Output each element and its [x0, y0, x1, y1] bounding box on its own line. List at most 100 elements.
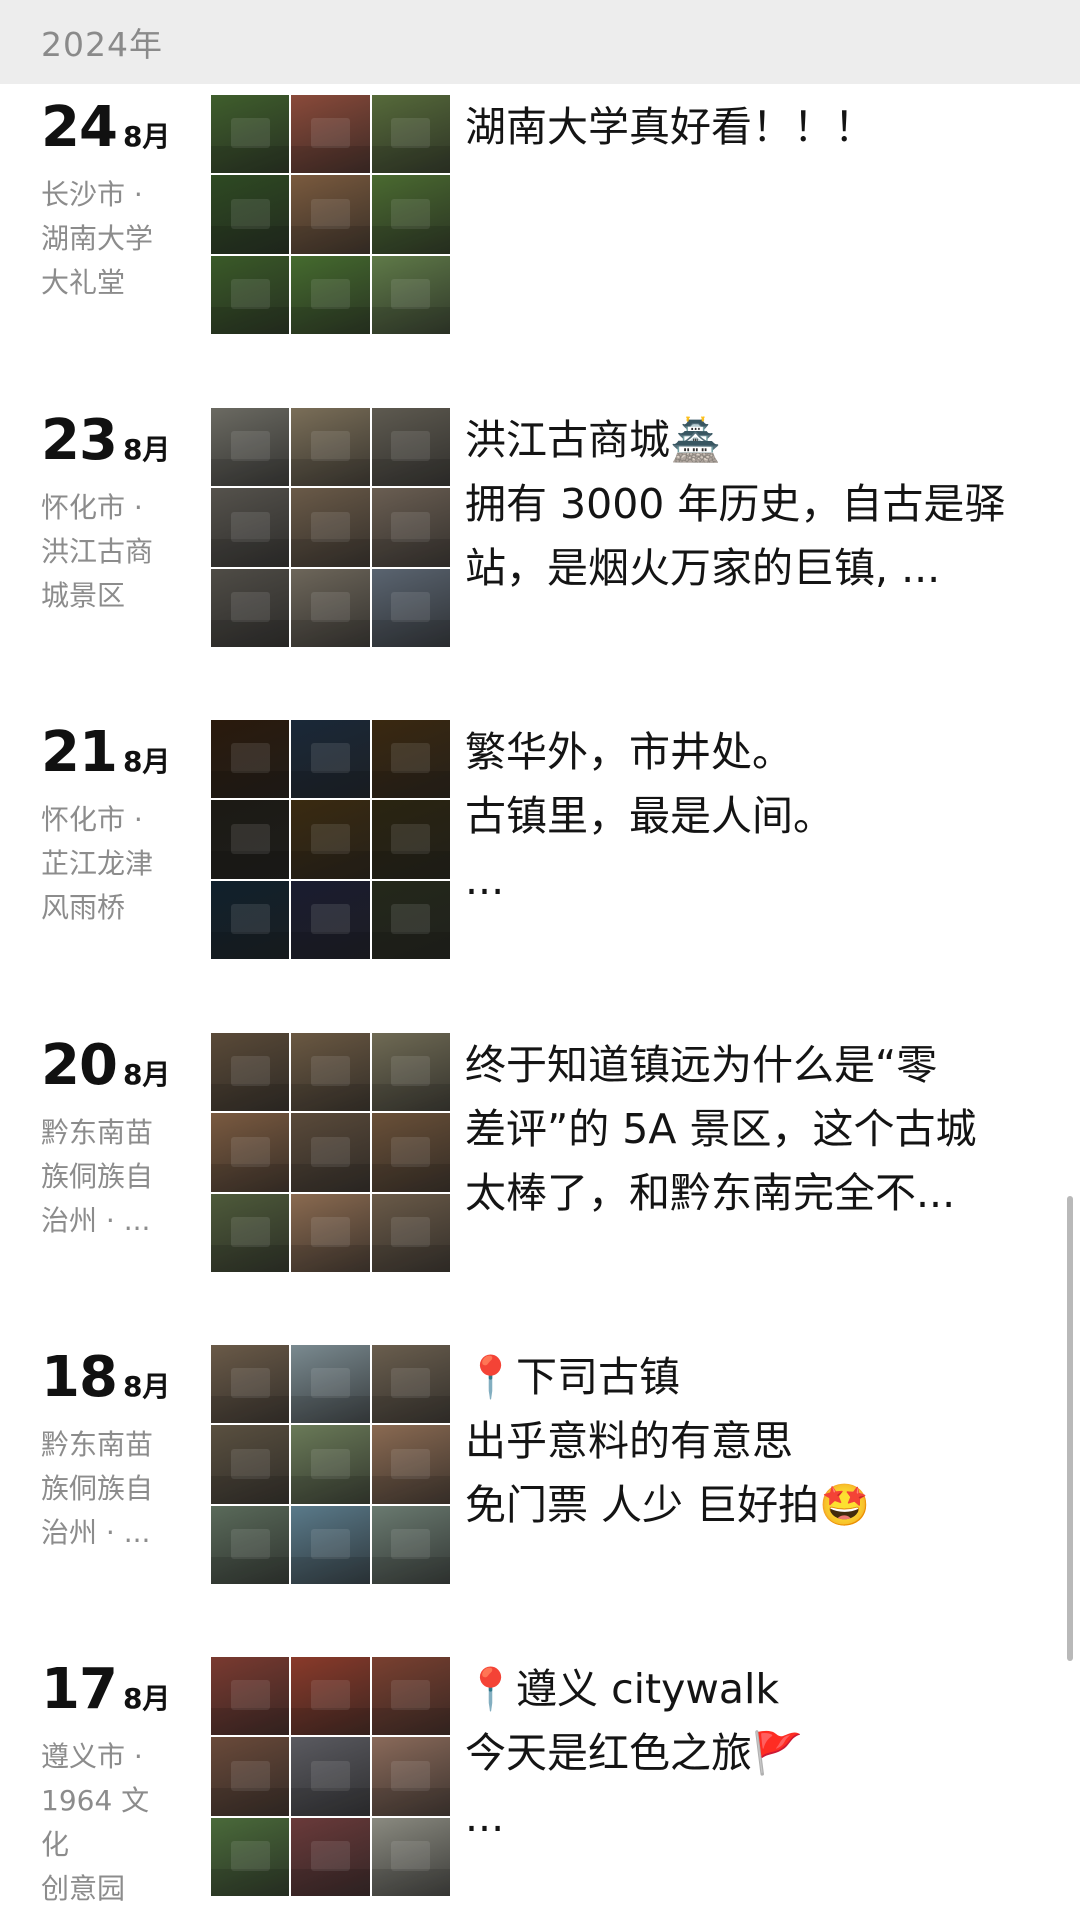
photo-thumbnail[interactable] — [291, 1505, 370, 1584]
photo-thumbnail[interactable] — [211, 1657, 290, 1736]
photo-thumbnail[interactable] — [371, 408, 450, 487]
photo-thumbnail[interactable] — [211, 880, 290, 959]
photo-thumbnail[interactable] — [371, 1425, 450, 1504]
photo-thumbnail[interactable] — [371, 800, 450, 879]
photo-thumbnail[interactable] — [291, 1657, 370, 1736]
entry-text[interactable]: 📍下司古镇 出乎意料的有意思 免门票 人少 巨好拍🤩 — [465, 1345, 1025, 1537]
photo-thumbnail[interactable] — [211, 1113, 290, 1192]
photo-thumbnail[interactable] — [291, 255, 370, 334]
entry-month: 8月 — [122, 1682, 171, 1715]
photo-thumbnail[interactable] — [291, 408, 370, 487]
entry-text[interactable]: 终于知道镇远为什么是“零 差评”的 5A 景区，这个古城 太棒了，和黔东南完全不..… — [465, 1033, 1025, 1225]
photo-thumbnail[interactable] — [291, 800, 370, 879]
entry-text-line: 差评”的 5A 景区，这个古城 — [465, 1105, 977, 1153]
photo-thumbnail[interactable] — [371, 175, 450, 254]
photo-thumbnail[interactable] — [291, 1817, 370, 1896]
photo-thumbnail[interactable] — [211, 175, 290, 254]
entry-location[interactable]: 怀化市 · 芷江龙津 风雨桥 — [41, 798, 171, 930]
photo-thumbnail[interactable] — [371, 1817, 450, 1896]
entry-location[interactable]: 黔东南苗 族侗族自 治州 · ... — [41, 1111, 171, 1243]
photo-grid[interactable] — [211, 408, 450, 647]
entry-location[interactable]: 长沙市 · 湖南大学 大礼堂 — [41, 173, 171, 305]
photo-thumbnail[interactable] — [211, 488, 290, 567]
photo-thumbnail[interactable] — [211, 720, 290, 799]
photo-thumbnail[interactable] — [291, 568, 370, 647]
entry-text-line: 出乎意料的有意思 — [465, 1417, 793, 1465]
photo-thumbnail[interactable] — [211, 408, 290, 487]
timeline-entry[interactable]: 18 8月 黔东南苗 族侗族自 治州 · ... 📍下司古镇 出乎意料的有意思 免门票 人… — [0, 1345, 1080, 1595]
entry-text[interactable]: 📍遵义 citywalk 今天是红色之旅🚩... — [465, 1657, 1025, 1849]
photo-thumbnail[interactable] — [371, 1505, 450, 1584]
entry-text-line: ... — [465, 856, 505, 904]
photo-thumbnail[interactable] — [291, 1737, 370, 1816]
entry-location[interactable]: 怀化市 · 洪江古商 城景区 — [41, 486, 171, 618]
entry-date: 18 8月 — [41, 1345, 170, 1410]
entry-date: 21 8月 — [41, 720, 170, 785]
entry-day: 23 — [41, 408, 118, 473]
photo-thumbnail[interactable] — [291, 1033, 370, 1112]
photo-thumbnail[interactable] — [371, 1657, 450, 1736]
photo-grid[interactable] — [211, 720, 450, 959]
scrollbar[interactable] — [1067, 1196, 1073, 1661]
photo-thumbnail[interactable] — [291, 1193, 370, 1272]
entry-location[interactable]: 黔东南苗 族侗族自 治州 · ... — [41, 1423, 171, 1555]
entry-month: 8月 — [122, 1370, 171, 1403]
photo-thumbnail[interactable] — [371, 1193, 450, 1272]
timeline-entry[interactable]: 23 8月怀化市 · 洪江古商 城景区 洪江古商城🏯 拥有 3000 年历史，自古是驿… — [0, 408, 1080, 658]
timeline-entry[interactable]: 17 8月 遵义市 · 1964 文化 创意园 📍遵义 citywalk 今天是红色之旅… — [0, 1657, 1080, 1907]
photo-thumbnail[interactable] — [371, 1737, 450, 1816]
year-label: 2024年 — [41, 25, 163, 64]
photo-grid[interactable] — [211, 1657, 450, 1896]
entry-text[interactable]: 湖南大学真好看！！！ — [465, 95, 1025, 159]
photo-thumbnail[interactable] — [211, 568, 290, 647]
timeline-entry[interactable]: 24 8月长沙市 · 湖南大学 大礼堂 湖南大学真好看！！！ — [0, 95, 1080, 345]
photo-thumbnail[interactable] — [211, 1193, 290, 1272]
photo-thumbnail[interactable] — [371, 1033, 450, 1112]
photo-thumbnail[interactable] — [291, 720, 370, 799]
photo-thumbnail[interactable] — [291, 1345, 370, 1424]
entry-month: 8月 — [122, 1058, 171, 1091]
entry-date: 23 8月 — [41, 408, 170, 473]
photo-thumbnail[interactable] — [211, 1425, 290, 1504]
entry-text-line: 📍下司古镇 — [465, 1353, 681, 1401]
timeline-entry[interactable]: 20 8月黔东南苗 族侗族自 治州 · ... 终于知道镇远为什么是“零 差评”的 5… — [0, 1033, 1080, 1283]
photo-thumbnail[interactable] — [291, 1425, 370, 1504]
entry-month: 8月 — [122, 120, 171, 153]
entry-text[interactable]: 繁华外，市井处。 古镇里，最是人间。... — [465, 720, 1025, 912]
photo-thumbnail[interactable] — [211, 1345, 290, 1424]
entry-location[interactable]: 遵义市 · 1964 文化 创意园 — [41, 1735, 171, 1911]
entry-text[interactable]: 洪江古商城🏯 拥有 3000 年历史，自古是驿 站，是烟火万家的巨镇, ... — [465, 408, 1025, 600]
photo-thumbnail[interactable] — [291, 1113, 370, 1192]
photo-thumbnail[interactable] — [211, 1737, 290, 1816]
entry-text-line: 洪江古商城🏯 — [465, 416, 722, 464]
entry-date: 20 8月 — [41, 1033, 170, 1098]
photo-thumbnail[interactable] — [371, 95, 450, 174]
photo-thumbnail[interactable] — [291, 488, 370, 567]
photo-thumbnail[interactable] — [211, 1033, 290, 1112]
photo-thumbnail[interactable] — [211, 255, 290, 334]
photo-grid[interactable] — [211, 1033, 450, 1272]
photo-thumbnail[interactable] — [211, 95, 290, 174]
photo-grid[interactable] — [211, 1345, 450, 1584]
photo-thumbnail[interactable] — [371, 880, 450, 959]
entry-text-line: 湖南大学真好看！！！ — [465, 103, 875, 151]
photo-grid[interactable] — [211, 95, 450, 334]
year-header: 2024年 — [0, 0, 1080, 84]
photo-thumbnail[interactable] — [371, 488, 450, 567]
photo-thumbnail[interactable] — [371, 255, 450, 334]
timeline-entry[interactable]: 21 8月怀化市 · 芷江龙津 风雨桥 繁华外，市井处。 古镇里，最是人间。... — [0, 720, 1080, 970]
entry-text-line: ... — [465, 1793, 505, 1841]
photo-thumbnail[interactable] — [291, 95, 370, 174]
photo-thumbnail[interactable] — [371, 720, 450, 799]
photo-thumbnail[interactable] — [211, 1505, 290, 1584]
photo-thumbnail[interactable] — [371, 568, 450, 647]
photo-thumbnail[interactable] — [371, 1113, 450, 1192]
entry-day: 24 — [41, 95, 118, 160]
photo-thumbnail[interactable] — [291, 880, 370, 959]
photo-thumbnail[interactable] — [291, 175, 370, 254]
photo-thumbnail[interactable] — [371, 1345, 450, 1424]
entry-text-line: 拥有 3000 年历史，自古是驿 — [465, 480, 1006, 528]
photo-thumbnail[interactable] — [211, 800, 290, 879]
photo-thumbnail[interactable] — [211, 1817, 290, 1896]
entry-text-line: 终于知道镇远为什么是“零 — [465, 1041, 938, 1089]
